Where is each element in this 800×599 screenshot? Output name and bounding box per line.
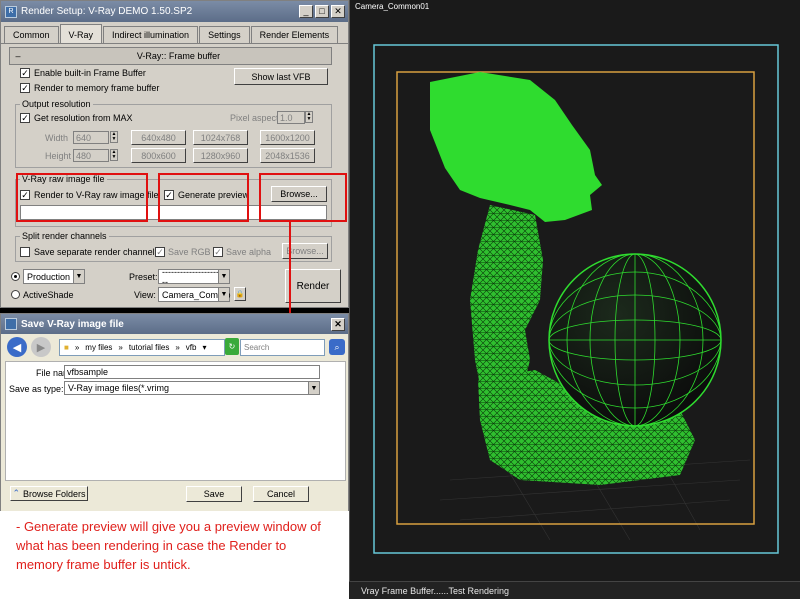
annotation-note: - Generate preview will give you a previ… <box>0 511 349 599</box>
chevron-down-icon: ▼ <box>308 382 319 394</box>
save-type-label: Save as type: <box>9 384 64 394</box>
save-dialog-footer: ⌃ Browse Folders Save Cancel <box>1 481 348 511</box>
save-dialog-icon <box>5 318 17 330</box>
status-bar: Vray Frame Buffer......Test Rendering <box>349 581 800 599</box>
close-button[interactable]: ✕ <box>331 317 345 331</box>
save-button[interactable]: Save <box>186 486 242 502</box>
file-name-field[interactable]: vfbsample <box>64 365 320 379</box>
save-type-value: V-Ray image files(*.vrimg <box>68 383 170 393</box>
refresh-icon[interactable]: ↻ <box>225 338 239 355</box>
save-image-dialog: Save V-Ray image file ✕ ◀ ▶ ■ » my files… <box>0 313 349 511</box>
breadcrumb-separator: » <box>74 343 80 352</box>
breadcrumb-tutorial-files[interactable]: tutorial files <box>129 343 169 352</box>
search-input[interactable]: Search <box>240 339 325 356</box>
breadcrumb-vfb[interactable]: vfb <box>186 343 197 352</box>
save-dialog-navbar: ◀ ▶ ■ » my files » tutorial files » vfb … <box>5 337 347 359</box>
folder-icon: ■ <box>64 343 69 352</box>
camera-viewport[interactable]: Camera_Common01 <box>349 0 800 599</box>
chevron-up-icon: ⌃ <box>12 488 20 498</box>
back-arrow-icon[interactable]: ◀ <box>7 337 27 357</box>
viewport-scene <box>373 44 779 554</box>
save-type-dropdown[interactable]: V-Ray image files(*.vrimg ▼ <box>64 381 320 395</box>
browse-folders-button[interactable]: ⌃ Browse Folders <box>10 486 88 501</box>
figure-head <box>430 72 602 222</box>
breadcrumb-separator: » <box>175 343 180 352</box>
save-dialog-title: Save V-Ray image file <box>21 318 124 330</box>
save-dialog-body: File name: vfbsample Save as type: V-Ray… <box>5 361 346 481</box>
save-dialog-titlebar[interactable]: Save V-Ray image file ✕ <box>1 314 348 334</box>
cancel-button[interactable]: Cancel <box>253 486 309 502</box>
search-icon[interactable]: ⌕ <box>329 339 345 355</box>
breadcrumb-separator: » <box>118 343 123 352</box>
chevron-down-icon[interactable]: ▾ <box>202 343 206 352</box>
forward-arrow-icon[interactable]: ▶ <box>31 337 51 357</box>
browse-folders-label: Browse Folders <box>23 488 86 499</box>
breadcrumb[interactable]: ■ » my files » tutorial files » vfb ▾ <box>59 339 225 356</box>
breadcrumb-my-files[interactable]: my files <box>85 343 112 352</box>
